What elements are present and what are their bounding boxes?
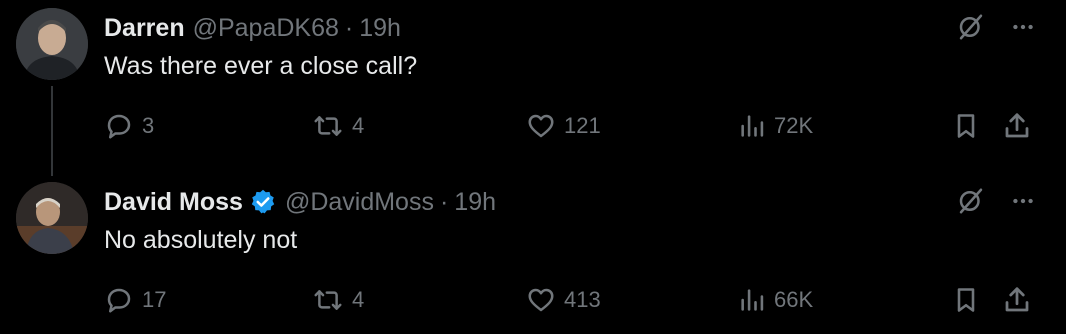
verified-badge-icon[interactable] bbox=[249, 188, 277, 216]
more-icon[interactable] bbox=[1010, 14, 1036, 40]
separator: · bbox=[439, 187, 449, 216]
author-name[interactable]: Darren bbox=[104, 14, 185, 43]
avatar-image bbox=[16, 8, 88, 80]
views-chart-icon bbox=[738, 285, 766, 315]
tweet[interactable]: Darren @PapaDK68 · 19h Was there ever a … bbox=[0, 0, 1066, 176]
share-button[interactable] bbox=[1002, 110, 1032, 142]
reply-button[interactable]: 17 bbox=[104, 284, 166, 316]
grok-icon[interactable] bbox=[956, 12, 986, 42]
reply-count: 3 bbox=[142, 113, 155, 138]
heart-icon bbox=[526, 285, 556, 315]
separator: · bbox=[344, 13, 354, 42]
tweet-top-actions bbox=[956, 186, 1036, 216]
bookmark-icon bbox=[952, 111, 980, 141]
repost-icon bbox=[312, 111, 344, 141]
repost-button[interactable]: 4 bbox=[312, 110, 364, 142]
share-icon bbox=[1002, 111, 1032, 141]
like-count: 121 bbox=[564, 113, 601, 138]
tweet-actions: 17 4 413 66K bbox=[104, 284, 1036, 316]
bookmark-button[interactable] bbox=[952, 284, 980, 316]
author-handle[interactable]: @PapaDK68 bbox=[193, 14, 339, 43]
more-icon[interactable] bbox=[1010, 188, 1036, 214]
avatar-image bbox=[16, 182, 88, 254]
views-button[interactable]: 72K bbox=[738, 110, 813, 142]
share-icon bbox=[1002, 285, 1032, 315]
avatar[interactable] bbox=[16, 182, 88, 254]
views-button[interactable]: 66K bbox=[738, 284, 813, 316]
bookmark-icon bbox=[952, 285, 980, 315]
repost-icon bbox=[312, 285, 344, 315]
tweet-header: Darren @PapaDK68 · 19h bbox=[104, 12, 401, 44]
tweet-actions: 3 4 121 72K bbox=[104, 110, 1036, 142]
like-count: 413 bbox=[564, 287, 601, 312]
view-count: 66K bbox=[774, 287, 814, 312]
share-button[interactable] bbox=[1002, 284, 1032, 316]
repost-count: 4 bbox=[352, 287, 365, 312]
timestamp[interactable]: 19h bbox=[454, 188, 496, 217]
repost-button[interactable]: 4 bbox=[312, 284, 364, 316]
grok-icon[interactable] bbox=[956, 186, 986, 216]
reply-icon bbox=[104, 111, 134, 141]
like-button[interactable]: 121 bbox=[526, 110, 601, 142]
view-count: 72K bbox=[774, 113, 814, 138]
thread-line bbox=[51, 86, 53, 176]
tweet-top-actions bbox=[956, 12, 1036, 42]
timestamp[interactable]: 19h bbox=[359, 14, 401, 43]
author-handle[interactable]: @DavidMoss bbox=[285, 188, 434, 217]
reply-button[interactable]: 3 bbox=[104, 110, 154, 142]
views-chart-icon bbox=[738, 111, 766, 141]
tweet-text: No absolutely not bbox=[104, 226, 298, 254]
heart-icon bbox=[526, 111, 556, 141]
tweet-text: Was there ever a close call? bbox=[104, 52, 418, 80]
repost-count: 4 bbox=[352, 113, 365, 138]
tweet[interactable]: David Moss @DavidMoss · 19h No absolutel… bbox=[0, 168, 1066, 334]
reply-icon bbox=[104, 285, 134, 315]
author-name[interactable]: David Moss bbox=[104, 188, 243, 217]
tweet-header: David Moss @DavidMoss · 19h bbox=[104, 186, 496, 218]
bookmark-button[interactable] bbox=[952, 110, 980, 142]
like-button[interactable]: 413 bbox=[526, 284, 601, 316]
avatar[interactable] bbox=[16, 8, 88, 80]
reply-count: 17 bbox=[142, 287, 167, 312]
